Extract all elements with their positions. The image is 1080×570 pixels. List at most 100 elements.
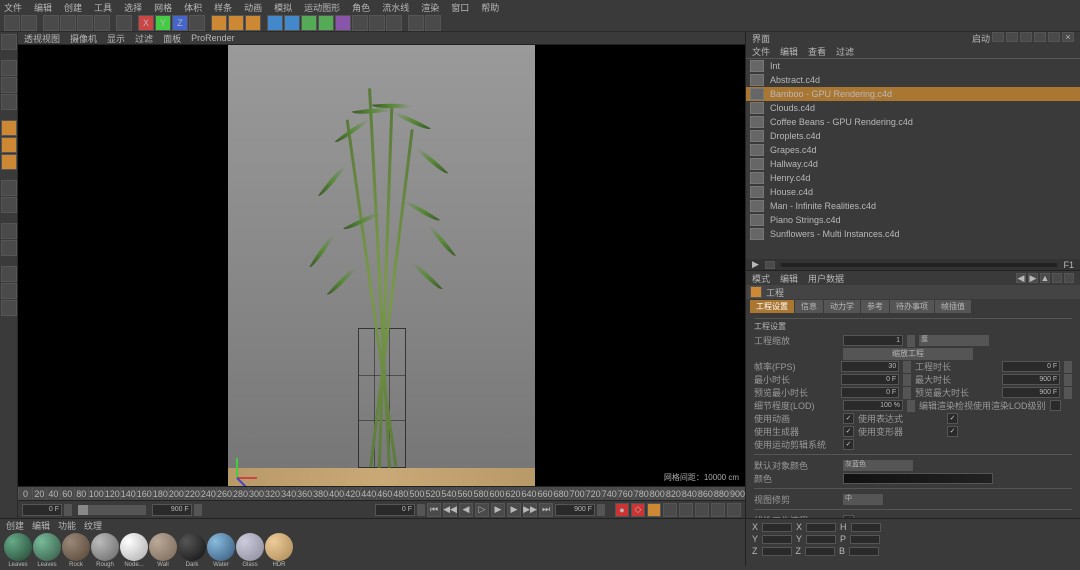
add-environment-button[interactable] <box>352 15 368 31</box>
checkbox[interactable] <box>947 426 958 437</box>
spinner[interactable] <box>903 361 911 373</box>
scale-field[interactable]: 1 <box>843 335 903 346</box>
timeline-tick[interactable]: 520 <box>424 487 440 500</box>
view-tab[interactable]: ProRender <box>191 33 235 43</box>
thumb-size-icon[interactable] <box>765 261 775 269</box>
render-view-button[interactable] <box>211 15 227 31</box>
timeline-tick[interactable]: 100 <box>88 487 104 500</box>
menu-item[interactable]: 流水线 <box>382 1 409 14</box>
timeline-tick[interactable]: 860 <box>697 487 713 500</box>
render-settings-button[interactable] <box>245 15 261 31</box>
menu-item[interactable]: 网格 <box>154 1 172 14</box>
view-tab[interactable]: 面板 <box>163 32 181 45</box>
timeline-tick[interactable]: 380 <box>312 487 328 500</box>
rotate-tool[interactable] <box>94 15 110 31</box>
model-mode[interactable] <box>1 60 17 76</box>
file-item[interactable]: Man - Infinite Realities.c4d <box>746 199 1080 213</box>
file-item[interactable]: Coffee Beans - GPU Rendering.c4d <box>746 115 1080 129</box>
menu-item[interactable]: 体积 <box>184 1 202 14</box>
add-cube-button[interactable] <box>267 15 283 31</box>
timeline-tick[interactable]: 480 <box>392 487 408 500</box>
layout-btn[interactable] <box>1034 32 1046 42</box>
mat-tab[interactable]: 编辑 <box>32 519 50 532</box>
sub-tab-info[interactable]: 信息 <box>795 300 823 313</box>
timeline-tick[interactable]: 20 <box>32 487 46 500</box>
timeline-tick[interactable]: 0 <box>18 487 32 500</box>
view-clip-dropdown[interactable]: 中 <box>843 494 883 505</box>
view-tab[interactable]: 摄像机 <box>70 32 97 45</box>
mat-tab[interactable]: 功能 <box>58 519 76 532</box>
rot-p-field[interactable] <box>850 535 880 544</box>
unit-dropdown[interactable]: 厘 <box>919 335 989 346</box>
timeline-tick[interactable]: 80 <box>74 487 88 500</box>
default-color-dropdown[interactable]: 灰蓝色 <box>843 460 913 471</box>
timeline-tick[interactable]: 140 <box>120 487 136 500</box>
menu-item[interactable]: 动画 <box>244 1 262 14</box>
timeline-tick[interactable]: 720 <box>585 487 601 500</box>
spinner[interactable] <box>903 387 911 399</box>
move-tool[interactable] <box>60 15 76 31</box>
browser-tab[interactable]: 文件 <box>752 45 770 58</box>
timeline-tick[interactable]: 640 <box>521 487 537 500</box>
timeline-tick[interactable]: 700 <box>569 487 585 500</box>
add-light-button[interactable] <box>386 15 402 31</box>
spinner[interactable] <box>417 504 425 516</box>
y-axis-lock[interactable]: Y <box>155 15 171 31</box>
menu-item[interactable]: 帮助 <box>481 1 499 14</box>
timeline-tick[interactable]: 400 <box>328 487 344 500</box>
size-y-field[interactable] <box>806 535 836 544</box>
record-button[interactable]: ● <box>615 503 629 517</box>
file-item[interactable]: Abstract.c4d <box>746 73 1080 87</box>
timeline-tick[interactable]: 180 <box>152 487 168 500</box>
spinner[interactable] <box>1064 361 1072 373</box>
spinner[interactable] <box>907 400 915 412</box>
snap-settings[interactable] <box>1 240 17 256</box>
spinner[interactable] <box>907 335 915 347</box>
close-icon[interactable]: × <box>1062 32 1074 42</box>
view-tab[interactable]: 透视视图 <box>24 32 60 45</box>
layout-btn[interactable] <box>1006 32 1018 42</box>
browser-tab[interactable]: 编辑 <box>780 45 798 58</box>
menu-item[interactable]: 编辑 <box>34 1 52 14</box>
viewport-render[interactable] <box>228 45 535 486</box>
browser-tab[interactable]: 查看 <box>808 45 826 58</box>
material-item[interactable]: Wall <box>149 533 177 568</box>
pla-key[interactable] <box>727 503 741 517</box>
file-item[interactable]: Int <box>746 59 1080 73</box>
material-item[interactable]: Water <box>207 533 235 568</box>
make-editable-button[interactable] <box>1 34 17 50</box>
axis-mode[interactable] <box>1 180 17 196</box>
sub-tab-ref[interactable]: 参考 <box>861 300 889 313</box>
timeline-tick[interactable]: 460 <box>376 487 392 500</box>
timeline-tick[interactable]: 40 <box>46 487 60 500</box>
pos-z-field[interactable] <box>762 547 792 556</box>
rot-h-field[interactable] <box>851 523 881 532</box>
material-item[interactable]: Node... <box>120 533 148 568</box>
pos-x-field[interactable] <box>762 523 792 532</box>
file-item[interactable]: House.c4d <box>746 185 1080 199</box>
timeline-tick[interactable]: 760 <box>617 487 633 500</box>
nav-up-icon[interactable]: ▲ <box>1040 273 1050 283</box>
timeline-tick[interactable]: 880 <box>713 487 729 500</box>
menu-item[interactable]: 创建 <box>64 1 82 14</box>
workplane-button[interactable] <box>1 266 17 282</box>
prev-frame-button[interactable]: ◀ <box>459 503 473 517</box>
file-item[interactable]: Hallway.c4d <box>746 157 1080 171</box>
workplane-mode[interactable] <box>1 94 17 110</box>
add-spline-button[interactable] <box>284 15 300 31</box>
content-browser-button[interactable] <box>408 15 424 31</box>
spinner[interactable] <box>64 504 72 516</box>
add-generator-button[interactable] <box>318 15 334 31</box>
select-tool[interactable] <box>43 15 59 31</box>
size-z-field[interactable] <box>805 547 835 556</box>
material-item[interactable]: HDR <box>265 533 293 568</box>
pos-y-field[interactable] <box>762 535 792 544</box>
timeline-tick[interactable]: 300 <box>248 487 264 500</box>
material-menu[interactable]: 创建 编辑 功能 纹理 <box>0 519 745 531</box>
material-item[interactable]: Leaves <box>33 533 61 568</box>
thumb-size-slider[interactable] <box>781 263 1058 267</box>
view-tab[interactable]: 显示 <box>107 32 125 45</box>
menu-item[interactable]: 窗口 <box>451 1 469 14</box>
coord-system[interactable] <box>189 15 205 31</box>
rot-b-field[interactable] <box>849 547 879 556</box>
